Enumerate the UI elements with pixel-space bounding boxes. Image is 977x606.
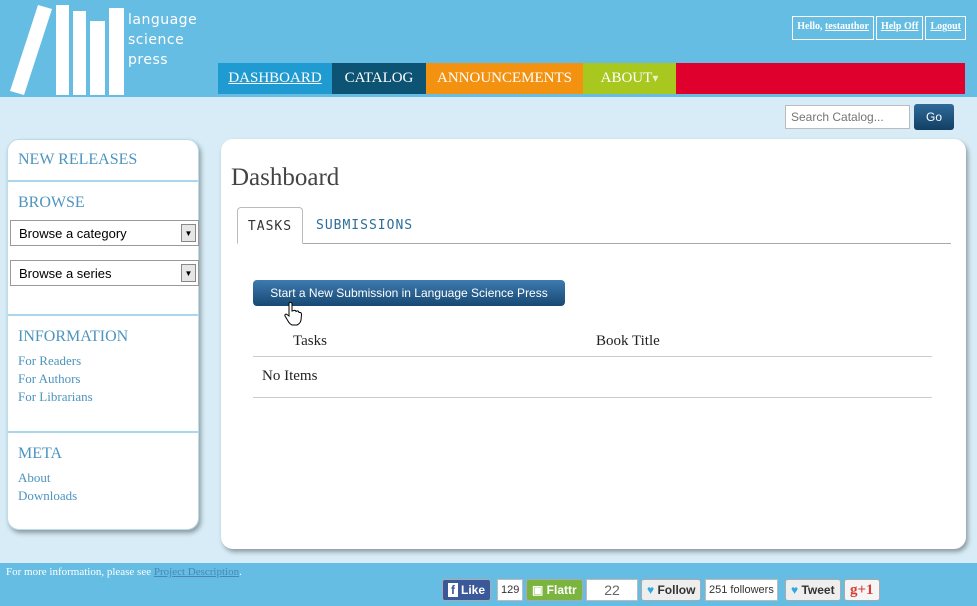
help-label: Help Off — [880, 21, 919, 32]
user-greeting: Hello, testauthor — [792, 16, 874, 40]
twitter-bird-icon: ♥ — [647, 583, 655, 597]
table-divider — [253, 397, 932, 398]
tweet-button[interactable]: ♥ Tweet — [785, 579, 841, 601]
search-go-button[interactable]: Go — [914, 104, 954, 130]
information-heading: INFORMATION — [18, 328, 129, 345]
sidebar-browse: BROWSE Browse a category ▼ Browse a seri… — [8, 182, 199, 316]
tab-tasks[interactable]: TASKS — [237, 207, 303, 244]
sidebar-information: INFORMATION For Readers For Authors For … — [8, 316, 198, 433]
nav-dashboard-label: DASHBOARD — [228, 70, 322, 86]
username-link[interactable]: testauthor — [825, 21, 869, 32]
logo-line: language — [128, 12, 198, 28]
tweet-label: Tweet — [801, 583, 835, 597]
chevron-down-icon: ▾ — [652, 71, 659, 85]
sidebar-link-authors[interactable]: For Authors — [18, 370, 188, 388]
google-plus-button[interactable]: g+1 — [844, 579, 880, 601]
browse-heading: BROWSE — [18, 194, 85, 211]
twitter-bird-icon: ♥ — [791, 583, 799, 597]
flattr-icon: ▣ — [532, 583, 547, 597]
column-header-tasks: Tasks — [293, 333, 327, 349]
footer-info: For more information, please see Project… — [6, 566, 242, 578]
facebook-icon: f — [448, 583, 458, 597]
like-count: 129 — [497, 579, 524, 601]
main-panel: Dashboard TASKS SUBMISSIONS Start a New … — [221, 139, 966, 549]
sidebar-meta: META About Downloads — [8, 433, 198, 505]
logo-line: science — [128, 32, 185, 48]
project-description-link[interactable]: Project Description — [154, 566, 239, 578]
main-nav: DASHBOARD CATALOG ANNOUNCEMENTS ABOUT▾ — [218, 63, 965, 94]
table-divider — [253, 356, 932, 357]
logo-line: press — [128, 52, 169, 68]
nav-dashboard[interactable]: DASHBOARD — [218, 63, 332, 94]
nav-catalog[interactable]: CATALOG — [332, 63, 426, 94]
empty-table-message: No Items — [262, 368, 318, 384]
logout-link[interactable]: Logout — [925, 16, 966, 40]
search-input[interactable] — [785, 105, 910, 129]
help-toggle-link[interactable]: Help Off — [875, 16, 924, 40]
flattr-count: 22 — [586, 579, 638, 601]
flattr-button[interactable]: ▣ Flattr — [526, 579, 583, 601]
nav-about-label: ABOUT — [600, 70, 653, 86]
user-bar: Hello, testauthor Help Off Logout — [790, 16, 966, 40]
flattr-label: Flattr — [546, 583, 577, 597]
sidebar-link-downloads[interactable]: Downloads — [18, 487, 188, 505]
footer-text: For more information, please see — [6, 566, 152, 578]
nav-about[interactable]: ABOUT▾ — [583, 63, 676, 94]
column-header-book-title: Book Title — [596, 333, 660, 349]
nav-spacer — [676, 63, 965, 94]
logo-icon[interactable] — [10, 5, 125, 95]
series-select-value: Browse a series — [19, 266, 112, 281]
like-label: Like — [461, 583, 486, 597]
sidebar-link-librarians[interactable]: For Librarians — [18, 388, 188, 406]
series-select[interactable]: Browse a series ▼ — [10, 260, 199, 286]
logo-text[interactable]: language science press — [128, 10, 197, 70]
page-title: Dashboard — [231, 164, 340, 191]
site-header: language science press Hello, testauthor… — [0, 0, 977, 97]
hello-prefix: Hello, — [797, 21, 823, 32]
sidebar: NEW RELEASES BROWSE Browse a category ▼ … — [7, 139, 199, 530]
dropdown-arrow-icon: ▼ — [181, 224, 196, 242]
nav-announcements[interactable]: ANNOUNCEMENTS — [426, 63, 583, 94]
meta-heading: META — [18, 445, 63, 462]
sidebar-link-readers[interactable]: For Readers — [18, 352, 188, 370]
category-select[interactable]: Browse a category ▼ — [10, 220, 199, 246]
tab-submissions[interactable]: SUBMISSIONS — [316, 207, 413, 244]
follow-label: Follow — [657, 583, 696, 597]
facebook-like-button[interactable]: f Like — [442, 579, 492, 601]
followers-count: 251 followers — [705, 579, 778, 601]
sidebar-link-about[interactable]: About — [18, 469, 188, 487]
hand-cursor-icon — [284, 302, 302, 326]
logout-label: Logout — [930, 21, 961, 32]
category-select-value: Browse a category — [19, 226, 127, 241]
twitter-follow-button[interactable]: ♥ Follow — [641, 579, 702, 601]
sidebar-new-releases: NEW RELEASES — [8, 140, 198, 182]
dropdown-arrow-icon: ▼ — [181, 264, 196, 282]
site-footer: For more information, please see Project… — [0, 563, 977, 606]
new-releases-link[interactable]: NEW RELEASES — [18, 151, 188, 169]
